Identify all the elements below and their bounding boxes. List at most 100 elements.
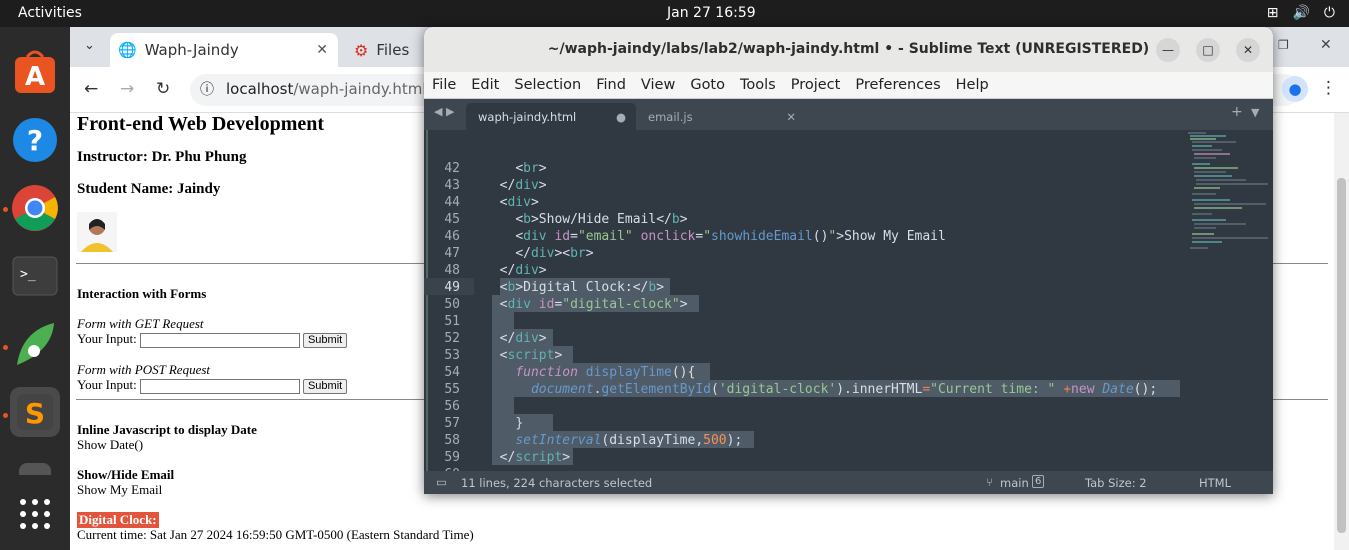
inline-js-heading: Inline Javascript to display Date xyxy=(77,422,257,437)
app-icon[interactable] xyxy=(10,455,60,475)
network-icon: ⊞ xyxy=(1266,5,1279,21)
code-line: <div id="email" onclick="showhideEmail()… xyxy=(515,229,946,244)
menu-help[interactable]: Help xyxy=(956,77,989,93)
sublime-title: ~/waph-jaindy/labs/lab2/waph-jaindy.html… xyxy=(547,41,1150,57)
get-submit-button[interactable]: Submit xyxy=(302,332,348,348)
terminal-icon[interactable]: >_ xyxy=(10,251,60,301)
profile-icon[interactable]: ● xyxy=(1282,76,1308,102)
get-form: Your Input: Submit xyxy=(77,331,348,348)
scrollbar-thumb[interactable] xyxy=(1337,178,1346,533)
code-line: setInterval(displayTime,500); xyxy=(515,433,743,448)
post-input[interactable] xyxy=(139,378,300,394)
showhide-heading: Show/Hide Email xyxy=(77,467,175,482)
close-icon[interactable]: ✕ xyxy=(786,110,796,124)
tab-label: Waph-Jaindy xyxy=(144,41,239,59)
git-branch[interactable]: main xyxy=(1000,476,1029,490)
system-clock[interactable]: Jan 27 16:59 xyxy=(667,5,756,21)
new-tab-icon[interactable]: + xyxy=(1231,104,1243,120)
tab-email-js[interactable]: email.js ✕ xyxy=(636,103,806,130)
menu-view[interactable]: View xyxy=(641,77,675,93)
sublime-window: ~/waph-jaindy/labs/lab2/waph-jaindy.html… xyxy=(424,27,1273,494)
menu-edit[interactable]: Edit xyxy=(471,77,499,93)
minimize-icon[interactable]: — xyxy=(1156,38,1180,62)
tab-size[interactable]: Tab Size: 2 xyxy=(1085,476,1147,490)
tab-label: email.js xyxy=(648,109,693,124)
menu-project[interactable]: Project xyxy=(791,77,841,93)
menu-selection[interactable]: Selection xyxy=(514,77,581,93)
tab-waph-jaindy[interactable]: 🌐 Waph-Jaindy ✕ xyxy=(110,33,338,67)
line-number: 48 xyxy=(444,263,460,278)
running-indicator xyxy=(3,207,8,212)
menu-icon[interactable]: ⋮ xyxy=(1320,78,1337,98)
activities-button[interactable]: Activities xyxy=(18,5,82,21)
close-icon[interactable]: ✕ xyxy=(1236,38,1260,62)
url-host: localhost xyxy=(226,80,294,98)
post-submit-button[interactable]: Submit xyxy=(302,378,348,394)
show-date-link[interactable]: Show Date() xyxy=(77,437,143,453)
sublime-tab-bar: ◀ ▶ waph-jaindy.html ● email.js ✕ + ▼ xyxy=(424,99,1273,130)
menu-find[interactable]: Find xyxy=(596,77,626,93)
close-window-icon[interactable]: ✕ xyxy=(1320,37,1332,53)
minimap[interactable] xyxy=(1186,130,1271,265)
input-label: Your Input: xyxy=(77,331,137,346)
line-number: 56 xyxy=(444,399,460,414)
menu-preferences[interactable]: Preferences xyxy=(855,77,940,93)
selection xyxy=(492,312,514,329)
svg-text:>_: >_ xyxy=(20,267,36,282)
tab-list-icon[interactable]: ⌄ xyxy=(84,38,95,53)
post-form: Your Input: Submit xyxy=(77,377,348,394)
panel-toggle-icon[interactable]: ▭ xyxy=(436,475,447,489)
code-line: <b>Digital Clock:</b> xyxy=(499,280,665,295)
gedit-icon[interactable] xyxy=(10,319,60,369)
page-scrollbar[interactable] xyxy=(1334,113,1349,550)
show-apps-icon[interactable] xyxy=(10,489,60,539)
selection-status: 11 lines, 224 characters selected xyxy=(461,476,653,490)
unsaved-dot-icon[interactable]: ● xyxy=(616,110,626,124)
tab-nav-icon[interactable]: ◀ ▶ xyxy=(434,105,454,118)
power-icon: ⏻ xyxy=(1323,5,1335,21)
selection xyxy=(492,397,514,414)
maximize-icon[interactable]: □ xyxy=(1196,38,1220,62)
code-line: </div> xyxy=(499,263,547,278)
forms-heading: Interaction with Forms xyxy=(77,286,207,301)
line-number: 57 xyxy=(444,416,460,431)
line-number: 45 xyxy=(444,212,460,227)
input-label: Your Input: xyxy=(77,377,137,392)
code-line: <div> xyxy=(499,195,539,210)
chrome-icon[interactable] xyxy=(10,183,60,233)
get-input[interactable] xyxy=(139,332,300,348)
branch-icon: ⑂ xyxy=(986,475,993,489)
tab-dropdown-icon[interactable]: ▼ xyxy=(1251,106,1259,119)
help-icon[interactable]: ? xyxy=(10,115,60,165)
menu-file[interactable]: File xyxy=(432,77,456,93)
code-line: <b>Show/Hide Email</b> xyxy=(515,212,688,227)
line-number: 46 xyxy=(444,229,460,244)
line-number: 52 xyxy=(444,331,460,346)
line-number: 44 xyxy=(444,195,460,210)
system-tray[interactable]: ⊞ 🔊 ⏻ xyxy=(1267,5,1335,21)
post-form-label: Form with POST Request xyxy=(77,362,211,377)
show-email-link[interactable]: Show My Email xyxy=(77,482,162,498)
code-line: </div><br> xyxy=(515,246,594,261)
syntax-mode[interactable]: HTML xyxy=(1199,476,1231,490)
reload-icon[interactable]: ↻ xyxy=(156,79,170,99)
restore-icon[interactable]: ❐ xyxy=(1278,38,1289,52)
line-number: 59 xyxy=(444,450,460,465)
running-indicator xyxy=(3,413,8,418)
app-center-icon[interactable]: A xyxy=(10,47,60,97)
close-icon[interactable]: ✕ xyxy=(316,42,328,58)
code-editor[interactable]: 42 43 44 45 46 47 48 49 50 51 52 53 54 5… xyxy=(424,130,1273,494)
svg-text:?: ? xyxy=(27,124,43,157)
back-icon[interactable]: ← xyxy=(84,79,98,99)
sublime-text-icon[interactable]: S xyxy=(10,387,60,437)
code-line: </script> xyxy=(499,450,571,465)
line-number: 42 xyxy=(444,161,460,176)
menu-goto[interactable]: Goto xyxy=(690,77,725,93)
tab-files[interactable]: ⚙ Files xyxy=(354,33,409,67)
forward-icon[interactable]: → xyxy=(120,79,134,99)
get-form-label: Form with GET Request xyxy=(77,316,204,331)
menu-tools[interactable]: Tools xyxy=(740,77,776,93)
tab-waph-jaindy-html[interactable]: waph-jaindy.html ● xyxy=(466,103,636,130)
line-number: 55 xyxy=(444,382,460,397)
code-line: <div id="digital-clock"> xyxy=(499,297,688,312)
